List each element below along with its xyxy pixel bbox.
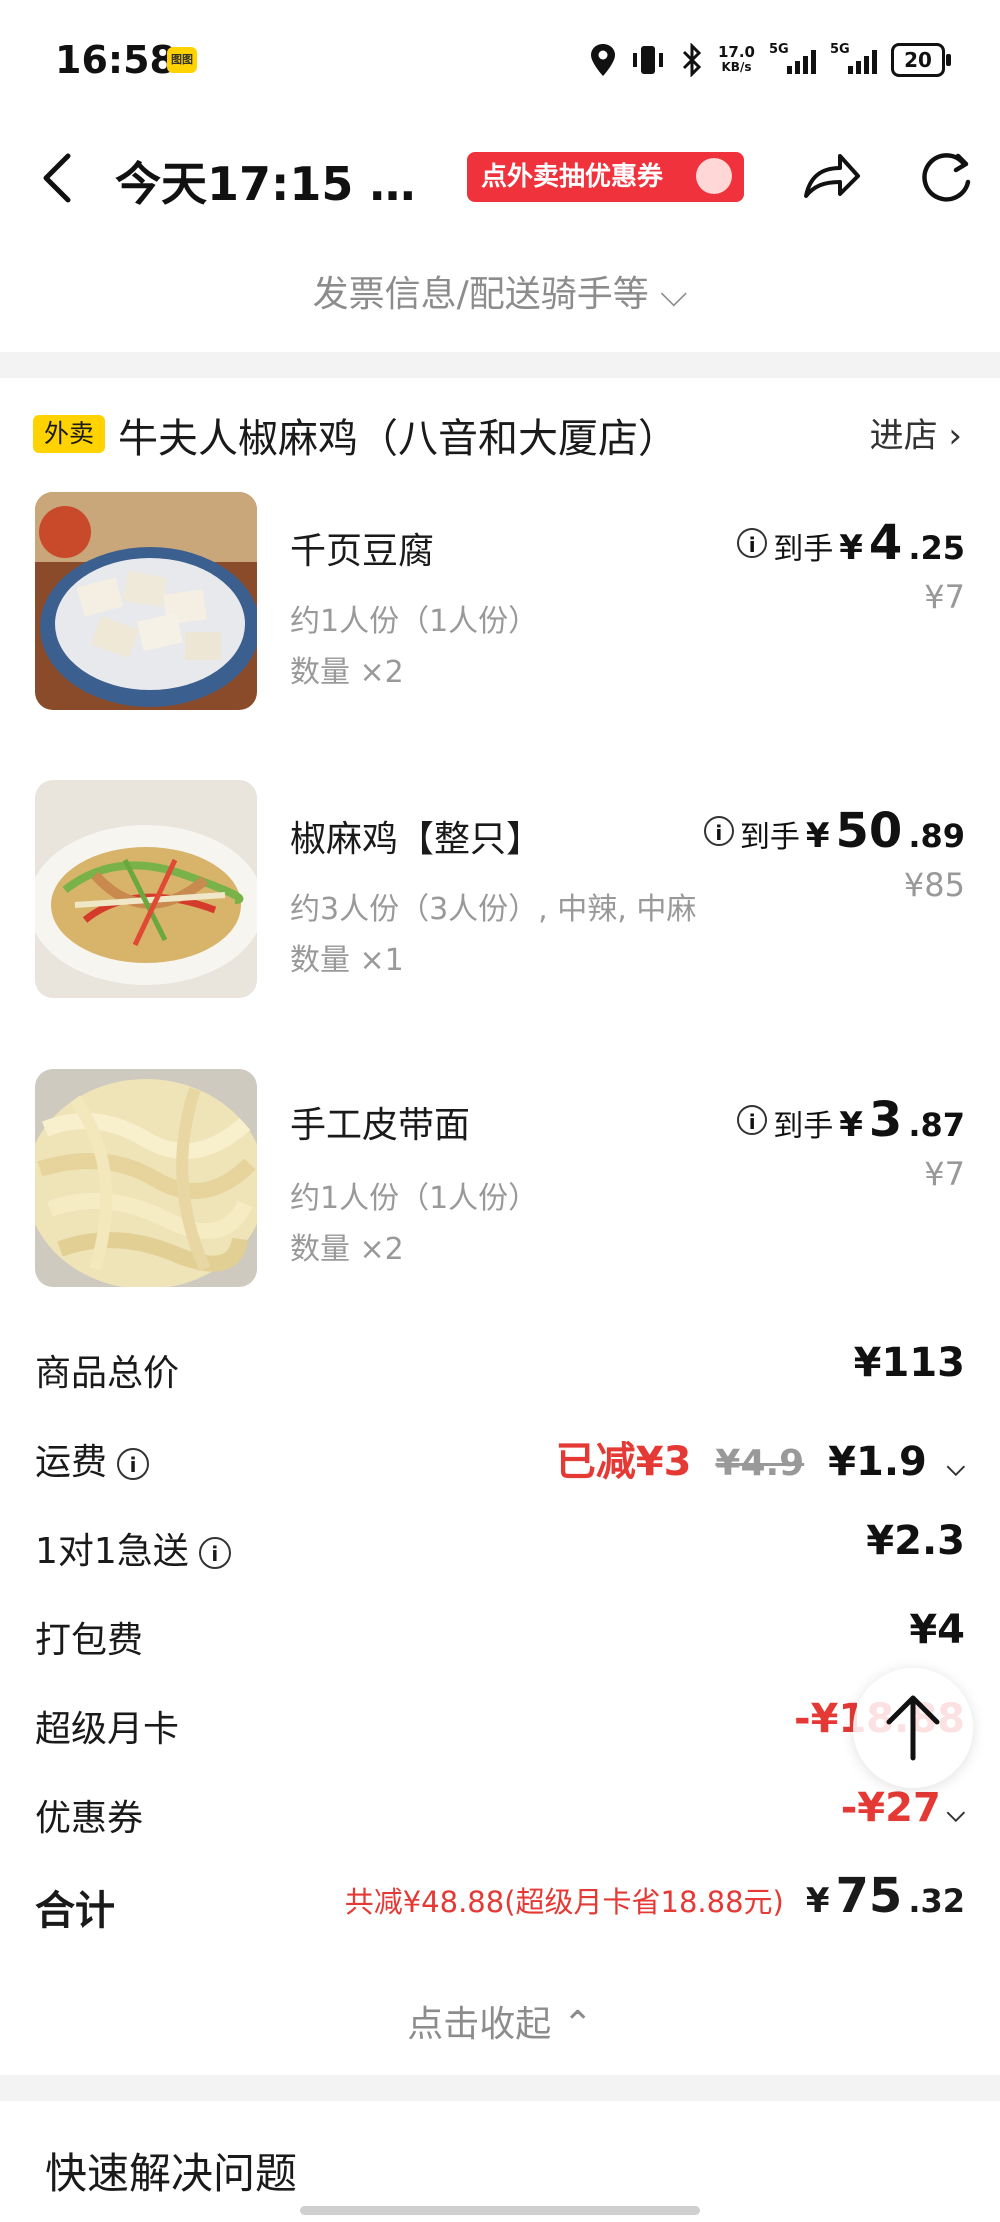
final-price-label: 到手 [773,532,834,567]
coupon-label: 优惠券 [35,1798,144,1839]
item-spec: 约3人份（3人份）, 中辣, 中麻 [290,892,697,927]
item-final-price: i 到手 ¥4.25 [737,515,965,571]
bluetooth-icon [682,43,702,77]
item-final-price: i 到手 ¥50.89 [703,803,965,859]
item-image-noodles[interactable] [35,1069,257,1287]
goods-total-value: ¥113 [853,1340,965,1386]
item-spec: 约1人份（1人份） [290,604,539,639]
total-value: 共减¥48.88(超级月卡省18.88元) ¥75.32 [345,1868,965,1924]
total-decimal: .32 [908,1882,965,1920]
delivery-fee-label: 运费 i [35,1433,150,1485]
delivery-fee-value[interactable]: 已减¥3 ¥4.9 ¥1.9 ⌵ [556,1429,965,1487]
item-name: 千页豆腐 [290,531,435,572]
item-image-tofu[interactable] [35,492,257,710]
price-integer: 4 [868,515,903,571]
back-arrow-icon[interactable] [38,150,78,206]
delivery-final: ¥1.9 [828,1439,927,1485]
quick-help-title: 快速解决问题 [45,2149,298,2198]
refresh-icon[interactable] [918,148,974,204]
super-card-label: 超级月卡 [35,1709,180,1750]
store-name[interactable]: 牛夫人椒麻鸡（八音和大厦店） [118,406,678,464]
home-indicator[interactable] [300,2206,700,2215]
page-title: 今天17:15 … [115,157,416,211]
final-price-label: 到手 [739,820,800,855]
price-decimal: .25 [908,529,965,567]
item-final-price: i 到手 ¥3.87 [737,1092,965,1148]
price-currency: ¥ [805,816,830,856]
info-icon[interactable]: i [703,816,734,846]
enter-store-link[interactable]: 进店 › [870,408,962,457]
item-name: 椒麻鸡【整只】 [290,819,543,860]
item-original-price: ¥7 [924,1155,965,1193]
total-label: 合计 [35,1888,115,1934]
total-currency: ¥ [805,1881,830,1921]
net-speed-value: 17.0 [717,43,755,61]
express-text: 1对1急送 [35,1531,189,1572]
signal-icon-2: 5G [830,42,877,74]
promo-label: 点外卖抽优惠券 [481,162,664,192]
net-speed-unit: KB/s [721,60,752,74]
total-integer: 75 [835,1868,903,1924]
item-spec: 约1人份（1人份） [290,1181,539,1216]
delivery-discount: 已减¥3 [555,1439,692,1485]
arrow-up-icon [886,1695,940,1761]
item-name: 手工皮带面 [290,1105,471,1146]
item-original-price: ¥85 [903,866,965,904]
info-icon[interactable]: i [737,1105,768,1135]
item-original-price: ¥7 [924,578,965,616]
status-icons: 17.0 KB/s 5G 5G 20 [590,38,951,82]
price-integer: 3 [868,1092,903,1148]
express-label: 1对1急送 i [35,1522,231,1574]
price-decimal: .87 [908,1106,965,1144]
packaging-label: 打包费 [35,1620,144,1661]
price-integer: 50 [835,803,903,859]
battery-icon: 20 [891,43,951,77]
item-image-chicken[interactable] [35,780,257,998]
goods-total-label: 商品总价 [35,1353,180,1394]
net-speed: 17.0 KB/s [718,45,755,75]
scroll-to-top-button[interactable] [853,1668,973,1788]
gift-icon [696,158,732,194]
price-currency: ¥ [839,528,863,568]
express-value: ¥2.3 [866,1518,965,1564]
total-discount-note: 共减¥48.88(超级月卡省18.88元) [344,1885,784,1919]
share-icon[interactable] [800,148,862,204]
delivery-original: ¥4.9 [715,1443,805,1484]
section-divider [0,2075,1000,2101]
chevron-down-icon: ⌵ [946,1799,965,1827]
delivery-tag: 外卖 [33,415,105,453]
item-qty: 数量 ×2 [290,1232,404,1267]
coupon-value[interactable]: -¥27 ⌵ [841,1785,965,1831]
collapse-link[interactable]: 点击收起 ⌃ [0,1995,1000,2047]
location-icon [590,44,615,76]
invoice-rider-link[interactable]: 发票信息/配送骑手等 ⌵ [0,265,1000,317]
packaging-value: ¥4 [909,1607,965,1653]
signal-icon-1: 5G [769,42,816,74]
section-divider [0,352,1000,378]
signal-label-2: 5G [830,42,850,57]
chevron-down-icon: ⌵ [946,1453,965,1481]
price-currency: ¥ [839,1105,863,1145]
vibrate-icon [632,46,663,74]
signal-label-1: 5G [769,42,789,57]
info-icon[interactable]: i [198,1537,231,1569]
info-icon[interactable]: i [117,1448,150,1480]
price-decimal: .89 [908,817,965,855]
info-icon[interactable]: i [737,528,768,558]
delivery-fee-text: 运费 [35,1442,108,1483]
coupon-amount: -¥27 [840,1785,941,1831]
final-price-label: 到手 [773,1109,834,1144]
item-qty: 数量 ×1 [290,943,404,978]
app-badge-icon: 图图 [167,47,197,73]
promo-coupon-button[interactable]: 点外卖抽优惠券 [467,152,744,202]
item-qty: 数量 ×2 [290,655,404,690]
status-time: 16:58 [55,38,176,82]
